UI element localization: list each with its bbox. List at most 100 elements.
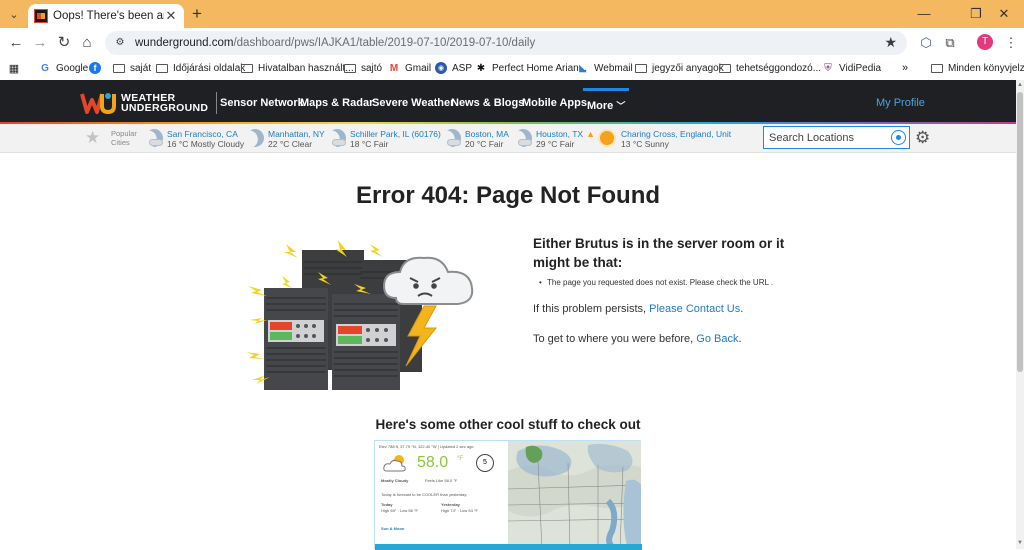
- perfect-home-icon: ✱: [476, 62, 486, 74]
- chevron-down-icon: ﹀: [616, 101, 626, 111]
- nav-sensor-network[interactable]: Sensor Network: [220, 97, 304, 109]
- logo-divider: [216, 92, 218, 114]
- chrome-menu-icon[interactable]: ⋮: [1003, 35, 1019, 51]
- browser-tab-strip: ⌄ Oops! There's been an error | W ✕ + — …: [0, 0, 1024, 28]
- servers-storm-illustration: [246, 240, 474, 390]
- profile-avatar[interactable]: T: [977, 34, 993, 50]
- partly-cloudy-night-icon: [441, 128, 463, 150]
- reload-icon[interactable]: ↻: [55, 34, 73, 52]
- asp-icon: ◉: [435, 62, 447, 74]
- scroll-down-icon[interactable]: ▼: [1017, 540, 1023, 546]
- error-bullet: The page you requested does not exist. P…: [539, 278, 773, 287]
- forward-arrow-icon[interactable]: →: [31, 34, 49, 52]
- folder-icon: [241, 63, 253, 73]
- my-profile-link[interactable]: My Profile: [876, 97, 925, 109]
- folder-icon: [719, 63, 731, 73]
- cool-stuff-heading: Here's some other cool stuff to check ou…: [375, 417, 641, 432]
- sunny-icon: [597, 128, 619, 150]
- go-back-line: To get to where you were before, Go Back…: [533, 333, 742, 345]
- city-boston[interactable]: Boston, MA 20 °C Fair: [441, 126, 509, 151]
- nav-maps-radar[interactable]: Maps & Radar: [300, 97, 373, 109]
- nav-mobile-apps[interactable]: Mobile Apps: [522, 97, 587, 109]
- back-arrow-icon[interactable]: ←: [7, 34, 25, 52]
- tab-search-button[interactable]: ⌄: [6, 6, 22, 22]
- vidipedia-icon: ⛨: [824, 62, 832, 74]
- cool-stuff-cards-footer: [375, 544, 642, 550]
- partly-cloudy-night-icon: [326, 128, 348, 150]
- city-san-francisco[interactable]: San Francisco, CA 16 °C Mostly Cloudy: [143, 126, 244, 151]
- search-locations-input[interactable]: [764, 128, 884, 147]
- nav-more[interactable]: More ﹀: [587, 99, 625, 112]
- folder-icon: [113, 63, 125, 73]
- gmail-icon: M: [389, 62, 399, 74]
- search-locations: [763, 126, 910, 149]
- facebook-icon: f: [89, 62, 101, 74]
- bookmarks-bar: ▦ G Google f saját Időjárási oldalak Hiva…: [0, 58, 1024, 78]
- bookmark-folder-hivatalban[interactable]: Hivatalban használt...: [241, 61, 354, 75]
- mostly-cloudy-icon: [383, 455, 406, 472]
- home-icon[interactable]: ⌂: [78, 34, 96, 52]
- wundermap-card[interactable]: [508, 441, 641, 550]
- favorite-star-icon[interactable]: ★: [85, 128, 100, 148]
- scroll-thumb[interactable]: [1017, 92, 1023, 372]
- bookmark-asp[interactable]: ◉ ASP: [435, 61, 472, 75]
- card-temp-unit: °F: [457, 456, 464, 462]
- bookmark-star-icon[interactable]: ★: [884, 34, 897, 51]
- close-window-button[interactable]: ✕: [984, 4, 1024, 24]
- wind-compass-icon: 5: [476, 454, 494, 472]
- popular-cities-label: Popular Cities: [111, 129, 137, 147]
- apps-grid-icon[interactable]: ▦: [8, 61, 25, 75]
- tab-close-icon[interactable]: ✕: [164, 8, 178, 24]
- city-charing-cross[interactable]: Charing Cross, England, Unit 13 °C Sunny: [597, 126, 731, 151]
- clear-night-icon: [244, 128, 266, 150]
- bookmark-facebook[interactable]: f: [89, 61, 106, 75]
- wu-logo-text: WEATHER UNDERGROUND: [121, 92, 209, 114]
- bookmark-folder-sajat[interactable]: saját: [113, 61, 151, 75]
- bookmark-folder-idojarasi[interactable]: Időjárási oldalak: [156, 61, 245, 75]
- pws-dashboard-card[interactable]: Elev 788 ft, 37.79 °N, 122.40 °W | Updat…: [375, 441, 508, 550]
- gear-icon[interactable]: ⚙: [915, 128, 930, 148]
- browser-tab-active[interactable]: Oops! There's been an error | W ✕: [28, 4, 184, 28]
- new-tab-button[interactable]: +: [188, 5, 206, 23]
- address-bar[interactable]: ⚙ wunderground.com/dashboard/pws/IAJKA1/…: [105, 31, 907, 55]
- folder-icon: [635, 63, 647, 73]
- contact-us-link[interactable]: Please Contact Us: [649, 303, 740, 315]
- locate-me-icon[interactable]: [891, 130, 906, 145]
- bookmark-folder-tehetseg[interactable]: tehetséggondozó...: [719, 61, 821, 75]
- weather-alert-icon[interactable]: ▲: [586, 129, 595, 139]
- page-title: Error 404: Page Not Found: [355, 182, 661, 209]
- city-manhattan[interactable]: Manhattan, NY 22 °C Clear: [244, 126, 325, 151]
- page-scrollbar[interactable]: ▲ ▼: [1016, 80, 1024, 549]
- wu-logo[interactable]: WEATHER UNDERGROUND: [80, 90, 218, 116]
- extension-shield-icon[interactable]: ⬡: [918, 35, 934, 51]
- bookmark-folder-all[interactable]: Minden könyvjelző: [931, 61, 1024, 75]
- bookmarks-overflow-chevron-icon[interactable]: »: [902, 61, 908, 75]
- webmail-icon: ◣: [579, 62, 587, 74]
- popular-cities-bar: ★ Popular Cities San Francisco, CA 16 °C …: [0, 124, 1016, 153]
- partly-cloudy-night-icon: [512, 128, 534, 150]
- contact-line: If this problem persists, Please Contact…: [533, 303, 744, 315]
- nav-news-blogs[interactable]: News & Blogs: [451, 97, 524, 109]
- extensions-puzzle-icon[interactable]: ⧉: [942, 35, 958, 51]
- bookmark-vidipedia[interactable]: ⛨ VidiPedia: [822, 61, 881, 75]
- city-houston[interactable]: Houston, TX ▲ 29 °C Fair: [512, 126, 595, 151]
- folder-icon: [344, 63, 356, 73]
- nav-active-indicator: [583, 88, 629, 91]
- nav-severe-weather[interactable]: Severe Weather: [372, 97, 454, 109]
- go-back-link[interactable]: Go Back: [696, 333, 738, 345]
- url-host: wunderground.com: [135, 37, 234, 49]
- browser-toolbar: ← → ↻ ⌂ ⚙ wunderground.com/dashboard/pws…: [0, 28, 1024, 58]
- scroll-up-icon[interactable]: ▲: [1017, 82, 1023, 88]
- minimize-button[interactable]: —: [904, 4, 944, 24]
- bookmark-folder-sajto[interactable]: sajtó: [344, 61, 382, 75]
- bookmark-gmail[interactable]: M Gmail: [388, 61, 431, 75]
- radar-map-thumbnail: [508, 441, 641, 550]
- error-heading: Either Brutus is in the server room or i…: [533, 236, 785, 270]
- bookmark-google[interactable]: G Google: [39, 61, 88, 75]
- city-schiller-park[interactable]: Schiller Park, IL (60176) 18 °C Fair: [326, 126, 441, 151]
- cool-stuff-cards: Elev 788 ft, 37.79 °N, 122.40 °W | Updat…: [374, 440, 642, 550]
- site-info-icon[interactable]: ⚙: [113, 36, 127, 50]
- bookmark-folder-jegyzoi[interactable]: jegyzői anyagok: [635, 61, 724, 75]
- bookmark-webmail[interactable]: ◣ Webmail: [577, 61, 633, 75]
- bookmark-perfect-home[interactable]: ✱ Perfect Home Arian...: [475, 61, 587, 75]
